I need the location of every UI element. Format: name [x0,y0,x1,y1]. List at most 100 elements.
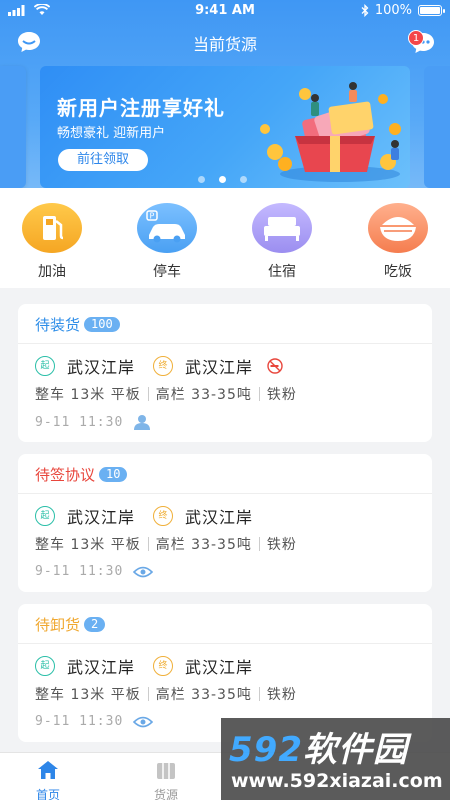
origin-tag: 起 [35,656,55,676]
service-fuel[interactable]: 加油 [12,203,92,281]
separator [258,537,260,551]
pickup-time: 9-11 11:30 [35,564,124,579]
eye-icon [133,716,154,727]
cargo-card-loading[interactable]: 待装货 100 起 武汉江岸 终 武汉江岸 整车 13米 平板 高栏 33-35… [18,304,432,442]
nav-bar: 当前货源 1 [0,26,450,58]
route-row: 起 武汉江岸 终 武汉江岸 [35,654,253,678]
banner-claim-button[interactable]: 前往领取 [58,149,148,171]
card-status: 待卸货 [35,616,81,634]
cargo-specs: 整车 13米 平板 高栏 33-35吨 铁粉 [35,534,297,554]
divider [18,493,432,494]
separator [147,687,149,701]
origin-city: 武汉江岸 [67,358,136,377]
vehicle-spec: 整车 13米 平板 [35,537,141,553]
route-row: 起 武汉江岸 终 武汉江岸 [35,504,253,528]
cargo-specs: 整车 13米 平板 高栏 33-35吨 铁粉 [35,684,297,704]
origin-city: 武汉江岸 [67,658,136,677]
card-status-row: 待签协议 10 [35,464,128,485]
site-watermark: 592软件园 www.592xiazai.com [221,718,450,800]
separator [147,537,149,551]
person-icon [134,415,151,430]
pickup-time: 9-11 11:30 [35,414,124,430]
cargo-icon [157,763,175,779]
cargo-specs: 整车 13米 平板 高栏 33-35吨 铁粉 [35,384,297,404]
pickup-time: 9-11 11:30 [35,714,124,729]
service-parking[interactable]: P 停车 [127,203,207,281]
card-status: 待装货 [35,316,81,334]
battery-icon [418,5,445,16]
tab-cargo[interactable]: 货源 [136,759,196,800]
service-label: 住宿 [268,264,296,280]
messages-button[interactable]: 1 [408,30,436,54]
separator [258,387,260,401]
status-count-badge: 100 [84,317,120,332]
status-bar: 9:41 AM 100% [0,0,450,22]
tab-label: 货源 [153,788,178,800]
destination-city: 武汉江岸 [185,358,254,377]
eye-icon [133,566,154,577]
watermark-brand: 592软件园 [229,722,408,771]
banner-prev-slide[interactable] [0,66,26,188]
status-right-group: 100% [361,3,445,18]
card-meta: 9-11 11:30 [35,414,151,430]
carousel-dot[interactable] [240,176,247,183]
service-lodging[interactable]: 住宿 [242,203,322,281]
home-icon [38,761,58,779]
divider [18,343,432,344]
destination-tag: 终 [153,356,174,376]
banner-subtitle: 畅想豪礼 迎新用户 [57,126,166,141]
card-status: 待签协议 [35,466,96,484]
origin-tag: 起 [35,356,55,376]
card-status-row: 待卸货 2 [35,614,106,635]
card-status-row: 待装货 100 [35,314,120,335]
page-title: 当前货源 [192,35,257,54]
carousel-dot-active[interactable] [219,176,226,183]
banner-title: 新用户注册享好礼 [57,96,225,120]
carousel-dot[interactable] [198,176,205,183]
status-count-badge: 10 [99,467,128,482]
status-count-badge: 2 [84,617,106,632]
message-badge: 1 [408,30,424,46]
carousel-indicator [198,176,247,183]
vehicle-spec: 整车 13米 平板 [35,387,141,403]
watermark-brand-number: 592 [229,730,303,770]
watermark-brand-text: 软件园 [302,730,408,770]
route-row: 起 武汉江岸 终 武汉江岸 [35,354,283,378]
vehicle-spec: 整车 13米 平板 [35,687,141,703]
bluetooth-icon [361,4,369,17]
bed-icon [252,203,312,253]
origin-city: 武汉江岸 [67,508,136,527]
destination-city: 武汉江岸 [185,508,254,527]
cargo-card-agreement[interactable]: 待签协议 10 起 武汉江岸 终 武汉江岸 整车 13米 平板 高栏 33-35… [18,454,432,592]
no-smoking-icon [267,358,283,374]
service-label: 停车 [153,264,181,280]
separator [258,687,260,701]
destination-tag: 终 [153,656,174,676]
origin-tag: 起 [35,506,55,526]
cargo-type: 铁粉 [266,537,297,553]
destination-tag: 终 [153,506,174,526]
service-label: 加油 [38,264,66,280]
rail-spec: 高栏 33-35吨 [155,537,252,553]
card-meta: 9-11 11:30 [35,564,154,579]
divider [18,643,432,644]
svg-text:P: P [150,212,155,221]
cargo-type: 铁粉 [266,687,297,703]
tab-home[interactable]: 首页 [18,759,78,800]
rail-spec: 高栏 33-35吨 [155,387,252,403]
banner-next-slide[interactable] [424,66,450,188]
fuel-icon [22,203,82,253]
service-label: 吃饭 [384,264,412,280]
service-dining[interactable]: 吃饭 [358,203,438,281]
promo-banner[interactable]: 新用户注册享好礼 畅想豪礼 迎新用户 前往领取 [40,66,410,188]
rail-spec: 高栏 33-35吨 [155,687,252,703]
rice-bowl-icon [368,203,428,253]
gift-box-illustration [260,82,401,182]
destination-city: 武汉江岸 [185,658,254,677]
battery-percent: 100% [374,3,412,18]
service-shortcuts: 加油 P 停车 住宿 吃饭 [0,188,450,288]
tab-label: 首页 [35,788,60,800]
cargo-type: 铁粉 [266,387,297,403]
card-meta: 9-11 11:30 [35,714,154,729]
watermark-url: www.592xiazai.com [231,770,443,792]
